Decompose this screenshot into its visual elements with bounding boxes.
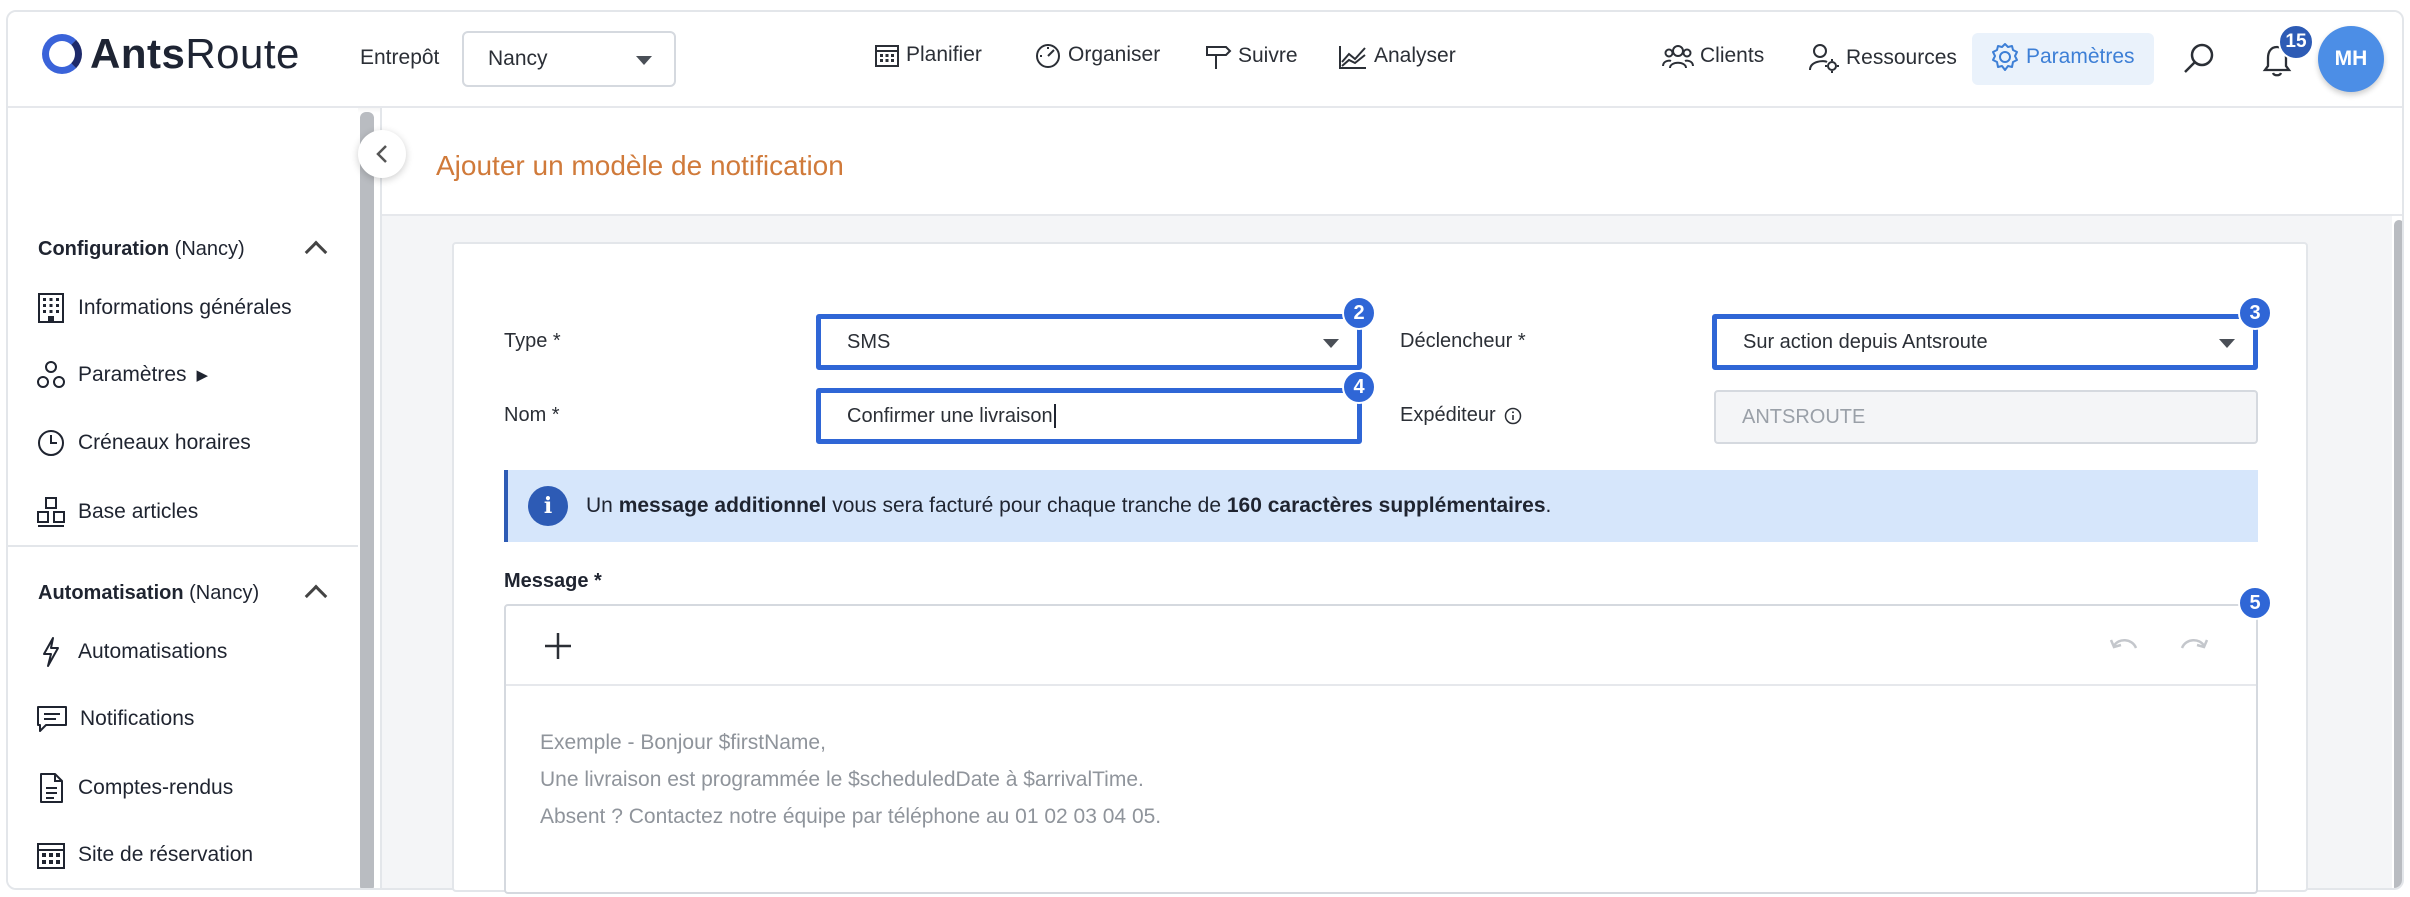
main-scrollbar[interactable] <box>2394 220 2402 888</box>
section-automatisation-title[interactable]: Automatisation (Nancy) <box>38 582 259 605</box>
entrepot-select[interactable]: Nancy <box>462 31 676 87</box>
chevron-up-icon[interactable] <box>304 584 328 608</box>
sender-label: Expéditeur <box>1400 404 1522 427</box>
search-icon <box>2184 43 2214 73</box>
nav-suivre[interactable]: Suivre <box>1204 42 1298 70</box>
users-icon <box>1662 45 1694 69</box>
sender-input: ANTSROUTE <box>1714 390 2258 444</box>
gauge-icon <box>1036 44 1060 68</box>
name-label: Nom * <box>504 404 560 426</box>
undo-icon <box>2109 639 2138 649</box>
nav-analyser[interactable]: Analyser <box>1338 42 1456 70</box>
message-placeholder: Exemple - Bonjour $firstName, Une livrai… <box>540 731 1162 828</box>
lightning-icon <box>43 637 59 667</box>
page-title: Ajouter un modèle de notification <box>436 150 844 181</box>
page-header: Ajouter un modèle de notification <box>382 108 2402 216</box>
sidebar-item-informations-generales[interactable]: Informations générales <box>36 292 292 324</box>
text-cursor <box>1053 404 1056 428</box>
name-input[interactable]: Confirmer une livraison <box>816 388 1362 444</box>
user-avatar[interactable]: MH <box>2318 26 2384 92</box>
sidebar-item-site-de-reservation[interactable]: Site de réservation <box>36 840 253 870</box>
section-configuration-title[interactable]: Configuration (Nancy) <box>38 238 245 261</box>
message-editor[interactable]: Exemple - Bonjour $firstName, Une livrai… <box>504 604 2258 894</box>
entrepot-value: Nancy <box>488 47 548 70</box>
nav-clients[interactable]: Clients <box>1662 42 1764 70</box>
chevron-left-icon <box>376 145 387 163</box>
sidebar-item-automatisations[interactable]: Automatisations <box>36 636 227 668</box>
name-value: Confirmer une livraison <box>847 404 1053 427</box>
sidebar-item-creneaux-horaires[interactable]: Créneaux horaires <box>36 428 251 458</box>
collapse-sidebar-button[interactable] <box>358 130 406 178</box>
clock-icon <box>38 430 64 456</box>
step-marker-5: 5 <box>2238 586 2272 620</box>
step-marker-2: 2 <box>1342 296 1376 330</box>
top-bar: AntsRoute Entrepôt Nancy Planifier Organ… <box>8 12 2402 108</box>
building-icon <box>38 293 64 323</box>
trigger-label: Déclencheur * <box>1400 330 1526 352</box>
plus-icon <box>545 633 571 659</box>
type-label: Type * <box>504 330 561 352</box>
sidebar-item-notifications[interactable]: Notifications <box>36 704 194 734</box>
message-label: Message * <box>504 570 602 592</box>
step-marker-4: 4 <box>1342 370 1376 404</box>
calendar-icon <box>875 45 899 67</box>
type-value: SMS <box>847 330 891 353</box>
gears-icon <box>37 361 65 388</box>
nav-parametres[interactable]: Paramètres <box>1990 42 2135 72</box>
signpost-icon <box>1206 46 1232 69</box>
chevron-down-icon <box>2219 339 2235 348</box>
expand-arrow-icon: ▶ <box>196 367 209 384</box>
type-select[interactable]: SMS <box>816 314 1362 370</box>
redo-icon <box>2180 639 2209 649</box>
editor-toolbar <box>506 606 2256 686</box>
notification-count-badge: 15 <box>2278 24 2314 60</box>
chevron-down-icon <box>1323 339 1339 348</box>
gear-icon <box>1992 43 2018 71</box>
sidebar-item-comptes-rendus[interactable]: Comptes-rendus <box>36 772 233 804</box>
info-icon[interactable] <box>1504 407 1522 425</box>
search-button[interactable] <box>2182 42 2216 81</box>
info-icon: i <box>528 486 568 526</box>
nav-ressources[interactable]: Ressources <box>1808 42 1957 74</box>
sidebar-scrollbar[interactable] <box>360 112 374 888</box>
trigger-select[interactable]: Sur action depuis Antsroute <box>1712 314 2258 370</box>
undo-button[interactable] <box>2108 634 2140 665</box>
chart-icon <box>1339 46 1366 69</box>
calendar-icon <box>37 843 65 869</box>
message-icon <box>37 706 67 732</box>
trigger-value: Sur action depuis Antsroute <box>1743 330 1988 353</box>
insert-variable-button[interactable] <box>542 630 574 667</box>
sidebar-item-base-articles[interactable]: Base articles <box>36 496 198 528</box>
sidebar-divider <box>8 545 358 547</box>
redo-button[interactable] <box>2178 634 2210 665</box>
user-gear-icon <box>1809 44 1839 73</box>
billing-info-text: Un message additionnel vous sera facturé… <box>586 494 1552 517</box>
antsroute-logo[interactable]: AntsRoute <box>42 30 300 78</box>
entrepot-label: Entrepôt <box>360 46 440 69</box>
chevron-down-icon <box>636 56 652 65</box>
billing-info-banner: i Un message additionnel vous sera factu… <box>504 470 2258 542</box>
step-marker-3: 3 <box>2238 296 2272 330</box>
document-icon <box>40 773 63 803</box>
sidebar-item-parametres[interactable]: Paramètres ▶ <box>36 360 208 390</box>
chevron-up-icon[interactable] <box>304 240 328 264</box>
logo-mark-icon <box>42 34 82 74</box>
nav-planifier[interactable]: Planifier <box>874 42 982 68</box>
sidebar: Configuration (Nancy) Informations génér… <box>8 108 358 888</box>
nav-organiser[interactable]: Organiser <box>1034 42 1160 68</box>
boxes-icon <box>37 497 65 527</box>
logo-text: AntsRoute <box>90 30 300 77</box>
